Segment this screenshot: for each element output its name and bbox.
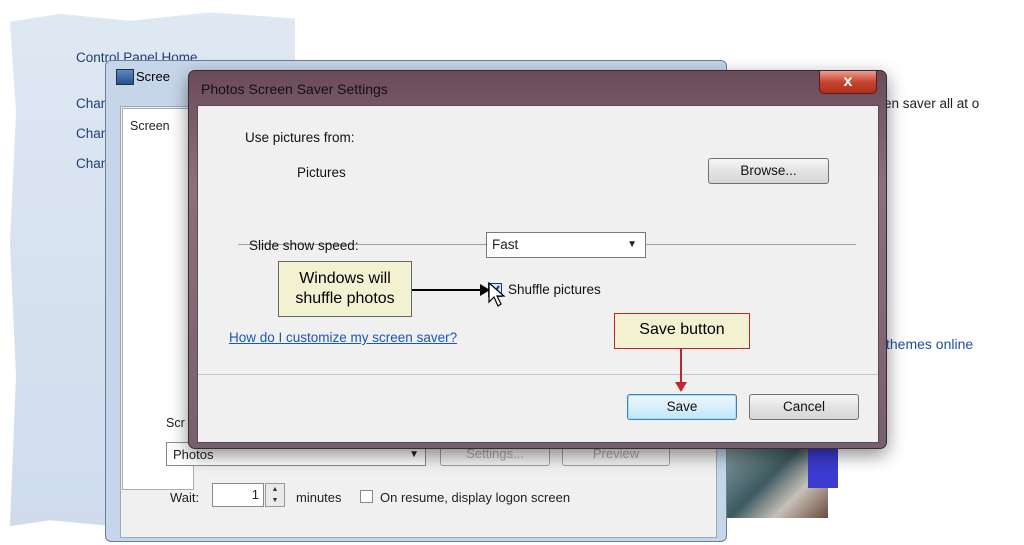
wait-spinner-arrows[interactable]: ▲ ▼ <box>265 483 285 507</box>
browse-button[interactable]: Browse... <box>708 158 829 184</box>
footer-divider <box>198 374 878 375</box>
theme-thumbnail-accent <box>808 448 838 488</box>
pictures-folder-value: Pictures <box>297 165 346 180</box>
chevron-down-icon: ▼ <box>627 239 637 250</box>
dialog-title: Photos Screen Saver Settings <box>201 81 388 97</box>
use-pictures-label: Use pictures from: <box>245 130 355 145</box>
help-link[interactable]: How do I customize my screen saver? <box>229 330 457 345</box>
close-icon[interactable]: x <box>819 71 877 94</box>
mouse-cursor-icon <box>488 282 506 307</box>
screen-saver-window-icon <box>116 69 134 85</box>
wait-minutes-input[interactable]: 1 <box>212 483 264 507</box>
background-description-text: en saver all at o <box>884 96 980 111</box>
shuffle-callout-arrowhead <box>480 284 490 296</box>
photos-settings-dialog: Photos Screen Saver Settings x Use pictu… <box>188 70 887 449</box>
minutes-label: minutes <box>296 490 342 505</box>
themes-online-link[interactable]: themes online <box>886 336 973 352</box>
screen-saver-tab[interactable]: Screen <box>130 119 170 133</box>
save-callout-arrowhead <box>675 382 687 392</box>
slide-speed-value: Fast <box>492 237 519 252</box>
save-button[interactable]: Save <box>627 394 737 420</box>
cancel-button[interactable]: Cancel <box>749 394 859 420</box>
logon-screen-checkbox[interactable] <box>360 490 373 503</box>
screen-saver-select-value: Photos <box>173 447 214 462</box>
save-callout: Save button <box>614 313 750 349</box>
slide-speed-select[interactable]: Fast ▼ <box>486 232 646 258</box>
wait-label: Wait: <box>170 490 200 505</box>
logon-screen-label: On resume, display logon screen <box>380 490 571 505</box>
shuffle-callout: Windows will shuffle photos <box>278 261 412 317</box>
screen-saver-window-title: Scree <box>136 69 170 84</box>
save-callout-arrow <box>680 348 682 384</box>
shuffle-pictures-label[interactable]: Shuffle pictures <box>508 282 601 297</box>
slide-speed-label: Slide show speed: <box>249 238 359 253</box>
screen-saver-tab-panel <box>122 108 194 490</box>
shuffle-callout-arrow <box>412 289 482 291</box>
screen-saver-group-label: Scr <box>166 416 185 430</box>
